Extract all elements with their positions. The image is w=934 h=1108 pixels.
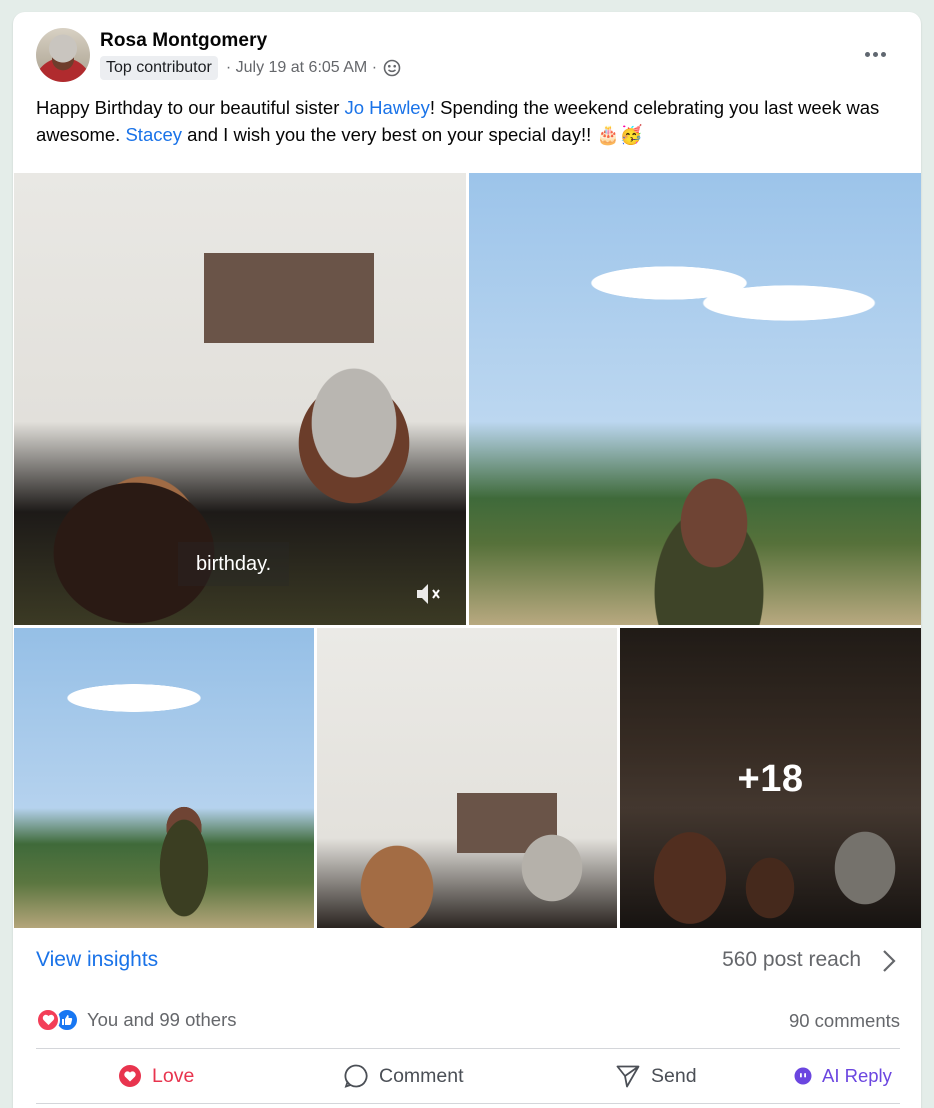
photo-vineyard-toast[interactable]	[469, 173, 921, 625]
post-timestamp[interactable]: · July 19 at 6:05 AM ·	[226, 59, 377, 77]
photo-vineyard-pose[interactable]	[14, 628, 314, 928]
post-text-part: and I wish you the very best on your spe…	[182, 124, 643, 145]
divider	[36, 1103, 900, 1104]
author-name[interactable]: Rosa Montgomery	[100, 30, 267, 52]
author-avatar[interactable]	[36, 28, 90, 82]
send-button[interactable]: Send	[615, 1061, 697, 1091]
comment-icon	[344, 1064, 368, 1088]
photo-more-tile[interactable]: +18	[620, 628, 921, 928]
love-label: Love	[152, 1064, 195, 1087]
top-contributor-badge[interactable]: Top contributor	[100, 56, 218, 80]
send-icon	[616, 1065, 640, 1088]
more-options-icon[interactable]	[863, 42, 887, 66]
send-label: Send	[651, 1064, 697, 1087]
ai-reply-label: AI Reply	[822, 1065, 892, 1086]
post-reach[interactable]: 560 post reach	[722, 948, 861, 972]
post-meta: Top contributor · July 19 at 6:05 AM ·	[100, 56, 401, 80]
more-photos-count: +18	[737, 758, 804, 800]
mention-jo-hawley[interactable]: Jo Hawley	[345, 97, 430, 118]
ai-bot-icon	[794, 1067, 812, 1085]
reactions-text: You and 99 others	[87, 1009, 237, 1030]
photo-selfie-indoor[interactable]	[317, 628, 617, 928]
love-reaction-icon	[36, 1008, 60, 1032]
post-card: Rosa Montgomery Top contributor · July 1…	[13, 12, 921, 1108]
audience-icon[interactable]	[383, 59, 401, 77]
comment-label: Comment	[379, 1064, 464, 1087]
heart-icon	[119, 1065, 141, 1087]
comments-count[interactable]: 90 comments	[789, 1010, 900, 1032]
view-insights-link[interactable]: View insights	[36, 948, 158, 972]
muted-speaker-icon[interactable]	[414, 581, 444, 607]
video-caption: birthday.	[178, 542, 290, 586]
mention-stacey[interactable]: Stacey	[125, 124, 182, 145]
love-button[interactable]: Love	[118, 1061, 194, 1091]
post-text-part: Happy Birthday to our beautiful sister	[36, 97, 345, 118]
video-tile[interactable]: birthday.	[14, 173, 466, 625]
chevron-right-icon[interactable]	[881, 947, 897, 975]
comment-button[interactable]: Comment	[343, 1061, 464, 1091]
post-text: Happy Birthday to our beautiful sister J…	[36, 94, 881, 148]
divider	[36, 1048, 900, 1049]
reactions-summary[interactable]: You and 99 others	[36, 1008, 237, 1032]
ai-reply-button[interactable]: AI Reply	[794, 1061, 892, 1091]
